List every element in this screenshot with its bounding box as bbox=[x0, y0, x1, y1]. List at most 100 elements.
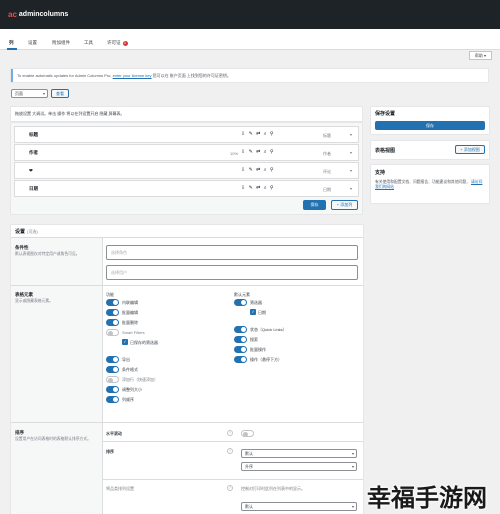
toggle-label: 批量编辑 bbox=[122, 310, 138, 315]
saved-filters-checkbox[interactable]: ✓ bbox=[122, 339, 128, 345]
tab-tools[interactable]: 工具 bbox=[84, 40, 93, 46]
comment-icon: ❤ bbox=[29, 168, 33, 173]
toggle-label: 批量删除 bbox=[122, 320, 138, 325]
primary-column-value: 默认 bbox=[245, 504, 253, 509]
add-column-button[interactable]: + 添加列 bbox=[331, 200, 358, 210]
tab-columns[interactable]: 列 bbox=[9, 40, 14, 46]
help-icon[interactable]: ? bbox=[227, 448, 233, 454]
help-button[interactable]: 帮助 ▾ bbox=[468, 51, 492, 60]
sort-desc: 设置用户在访问表格时的表格默认排序方式。 bbox=[15, 437, 91, 441]
column-feature-icons[interactable]: ⇩ ✎ ⇄ ⌕ ⚲ bbox=[241, 131, 275, 137]
toggle-label: 内联编辑 bbox=[122, 300, 138, 305]
notice-text: To enable automatic updates for Admin Co… bbox=[17, 73, 112, 78]
toggle-inline-edit[interactable] bbox=[106, 299, 119, 306]
active-tab-indicator bbox=[7, 48, 17, 50]
sort-label: 排序 bbox=[15, 430, 24, 435]
divider bbox=[103, 479, 363, 480]
toggle-quick-links[interactable] bbox=[234, 326, 247, 333]
chevron-down-icon[interactable]: ▾ bbox=[350, 132, 352, 137]
column-label: 日期 bbox=[29, 186, 38, 191]
settings-panel: 设置 (可选) 条件性 默认表视图仅对特定用户或角色可见。 选择角色 选择用户 表… bbox=[11, 225, 363, 514]
settings-left-column bbox=[11, 238, 103, 514]
column-row[interactable]: 标题 ⇩ ✎ ⇄ ⌕ ⚲ 标题 ▾ bbox=[14, 126, 359, 143]
toggle-label: 添加行（快速添加） bbox=[122, 377, 158, 382]
primary-column-desc: 控制对打印时此列在列表中的显示。 bbox=[241, 486, 305, 491]
support-text: 有关使用和配置文档、问题报告、功能建议和其他问题， 请访问我们的网站 bbox=[375, 180, 485, 190]
main-tabs: 列 设置 附加组件 工具 许可证 1 bbox=[0, 29, 500, 50]
toggle-label: 调整列大小 bbox=[122, 387, 142, 392]
settings-header: 设置 (可选) bbox=[11, 225, 363, 238]
notice-text-2: 您可以在 账户页面 上找到您的许可证密钥。 bbox=[152, 73, 231, 78]
toggle-label: 导出 bbox=[122, 357, 130, 362]
help-icon[interactable]: ? bbox=[227, 485, 233, 491]
toggle-column-order[interactable] bbox=[106, 396, 119, 403]
primary-column-select[interactable]: 默认 ▾ bbox=[241, 502, 357, 511]
column-row[interactable]: ❤ ⇩ ✎ ⇄ ⌕ ⚲ 评论 ▾ bbox=[14, 162, 359, 179]
table-elements-label: 表格元素 bbox=[15, 292, 33, 297]
toggle-smart-filters[interactable] bbox=[106, 329, 119, 336]
toggle-export[interactable] bbox=[106, 356, 119, 363]
add-view-button[interactable]: + 添加视图 bbox=[455, 145, 485, 154]
order-by-select[interactable]: 默认 ▾ bbox=[241, 449, 357, 458]
tab-license-label: 许可证 bbox=[107, 40, 121, 45]
license-key-link[interactable]: enter your license key bbox=[113, 73, 152, 78]
list-screen-value: 页面 bbox=[15, 91, 23, 96]
save-button[interactable]: 保存 bbox=[303, 200, 326, 210]
toggle-bulk-actions[interactable] bbox=[234, 346, 247, 353]
column-feature-icons[interactable]: ⇩ ✎ ⇄ ⌕ ⚲ bbox=[241, 167, 275, 173]
tab-license[interactable]: 许可证 1 bbox=[107, 40, 128, 46]
chevron-down-icon: ▾ bbox=[351, 464, 354, 469]
toggle-label: 条件格式 bbox=[122, 367, 138, 372]
toggle-quick-add[interactable] bbox=[106, 376, 119, 383]
view-button[interactable]: 查看 bbox=[51, 89, 69, 98]
toggle-bulk-edit[interactable] bbox=[106, 309, 119, 316]
toggle-bulk-delete[interactable] bbox=[106, 319, 119, 326]
column-type: 评论 bbox=[323, 169, 331, 174]
chevron-down-icon: ▾ bbox=[351, 504, 354, 509]
toggle-label: 筛选器 bbox=[250, 300, 262, 305]
tab-settings[interactable]: 设置 bbox=[28, 40, 37, 46]
table-views-title: 表格视图 bbox=[375, 148, 396, 154]
toggle-row-actions[interactable] bbox=[234, 356, 247, 363]
column-row[interactable]: 日期 ⇩ ✎ ⇄ ⌕ ⚲ 日期 ▾ bbox=[14, 180, 359, 197]
column-label: 标题 bbox=[29, 132, 38, 137]
chevron-down-icon[interactable]: ▾ bbox=[350, 186, 352, 191]
order-label: 排序 bbox=[106, 449, 114, 454]
order-direction-value: 升序 bbox=[245, 464, 253, 469]
toggle-search[interactable] bbox=[234, 336, 247, 343]
chevron-down-icon: ▾ bbox=[351, 451, 354, 456]
logo-text: admincolumns bbox=[18, 11, 69, 18]
checkbox-label: 已保存的筛选器 bbox=[130, 340, 158, 345]
column-feature-icons[interactable]: ⇩ ✎ ⇄ ⌕ ⚲ bbox=[241, 149, 275, 155]
support-title: 支持 bbox=[375, 170, 386, 176]
chevron-down-icon[interactable]: ▾ bbox=[350, 168, 352, 173]
column-row[interactable]: 作者 10% ⇩ ✎ ⇄ ⌕ ⚲ 作者 ▾ bbox=[14, 144, 359, 161]
toggle-label: 状态（Quick Links） bbox=[250, 327, 287, 332]
sidebar-save-button[interactable]: 保存 bbox=[375, 121, 485, 130]
tab-addons[interactable]: 附加组件 bbox=[52, 40, 70, 46]
toggle-horizontal-scroll[interactable] bbox=[241, 430, 254, 437]
horizontal-scroll-label: 水平滚动 bbox=[106, 431, 122, 436]
settings-subtitle: (可选) bbox=[27, 229, 38, 234]
save-settings-title: 保存设置 bbox=[375, 111, 396, 117]
toggle-conditional-format[interactable] bbox=[106, 366, 119, 373]
list-screen-select[interactable]: 页面 ▾ bbox=[11, 89, 48, 98]
roles-input[interactable]: 选择角色 bbox=[106, 245, 358, 260]
license-notice: To enable automatic updates for Admin Co… bbox=[11, 69, 488, 82]
license-badge: 1 bbox=[122, 41, 128, 46]
columns-list: 标题 ⇩ ✎ ⇄ ⌕ ⚲ 标题 ▾ 作者 10% ⇩ ✎ ⇄ ⌕ ⚲ 作者 ▾ … bbox=[11, 123, 362, 214]
users-input[interactable]: 选择用户 bbox=[106, 265, 358, 280]
divider bbox=[103, 441, 363, 442]
checkbox-label: 日期 bbox=[258, 310, 266, 315]
toggle-resize-columns[interactable] bbox=[106, 386, 119, 393]
column-type: 标题 bbox=[323, 133, 331, 138]
help-icon[interactable]: ? bbox=[227, 430, 233, 436]
toggle-label: 列顺序 bbox=[122, 397, 134, 402]
chevron-down-icon[interactable]: ▾ bbox=[350, 150, 352, 155]
support-desc: 有关使用和配置文档、问题报告、功能建议和其他问题， bbox=[375, 180, 470, 184]
column-feature-icons[interactable]: ⇩ ✎ ⇄ ⌕ ⚲ bbox=[241, 185, 275, 191]
toggle-label: 操作（悬停下方） bbox=[250, 357, 282, 362]
toggle-filters[interactable] bbox=[234, 299, 247, 306]
date-checkbox[interactable]: ✓ bbox=[250, 309, 256, 315]
order-direction-select[interactable]: 升序 ▾ bbox=[241, 462, 357, 471]
